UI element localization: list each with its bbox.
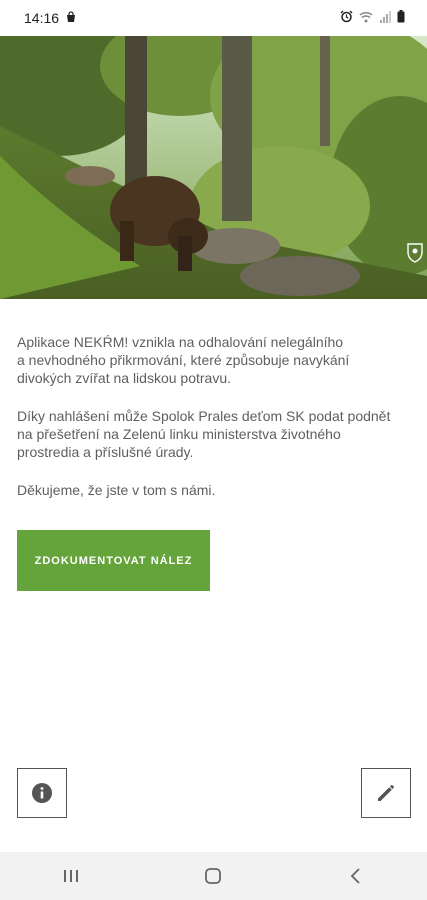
status-right	[340, 10, 405, 26]
info-button[interactable]	[17, 768, 67, 818]
bear-photo-image	[0, 36, 427, 299]
status-bar: 14:16	[0, 0, 427, 36]
shopping-bag-icon	[65, 10, 77, 26]
signal-icon	[379, 10, 391, 26]
back-button[interactable]	[326, 852, 386, 900]
edit-button[interactable]	[361, 768, 411, 818]
recent-apps-button[interactable]	[41, 852, 101, 900]
status-time: 14:16	[24, 10, 60, 26]
hero-image	[0, 36, 427, 299]
document-finding-button[interactable]: ZDOKUMENTOVAT NÁLEZ	[17, 530, 210, 591]
intro-paragraph-3: Děkujeme, že jste v tom s námi.	[17, 482, 216, 498]
wifi-icon	[359, 10, 373, 26]
info-icon	[32, 783, 52, 803]
battery-icon	[397, 10, 405, 26]
home-button[interactable]	[183, 852, 243, 900]
system-nav-bar	[0, 852, 427, 900]
alarm-icon	[340, 10, 353, 26]
back-icon	[350, 868, 360, 884]
home-icon	[205, 868, 222, 884]
intro-text: Aplikace NEKŔM! vznikla na odhalování ne…	[17, 333, 412, 519]
recent-apps-icon	[64, 870, 79, 882]
pencil-icon	[378, 785, 394, 801]
intro-paragraph-1: Aplikace NEKŔM! vznikla na odhalování ne…	[17, 334, 350, 386]
intro-paragraph-2: Díky nahlášení může Spolok Prales deťom …	[17, 408, 391, 460]
status-left: 14:16	[24, 10, 77, 26]
